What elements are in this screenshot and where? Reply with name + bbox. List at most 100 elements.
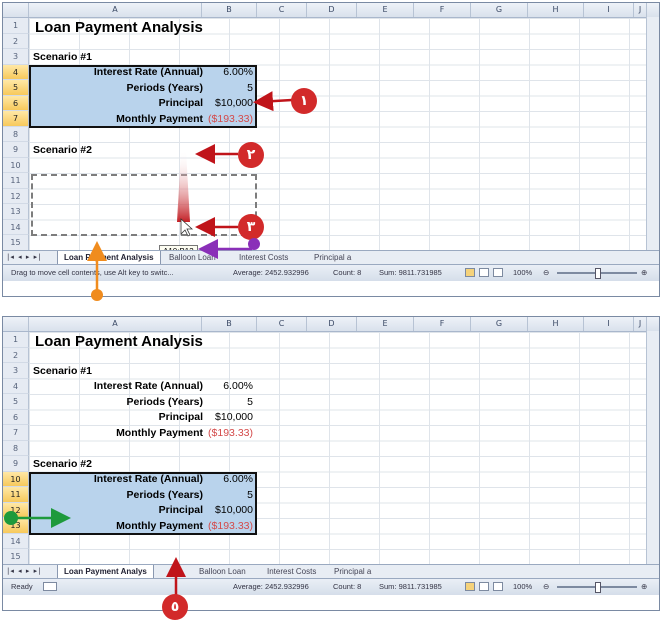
column-header-j[interactable]: J [634,3,647,17]
column-header-d[interactable]: D [307,317,357,331]
row-header[interactable]: 6 [3,95,29,111]
row-header[interactable]: 11 [3,487,29,503]
column-header-a[interactable]: A [29,3,202,17]
zoom-in-icon[interactable]: ⊕ [641,579,647,595]
zoom-slider-knob[interactable] [595,582,601,593]
column-header-e[interactable]: E [357,317,414,331]
row-header[interactable]: 12 [3,188,29,204]
sheet-title: Loan Payment Analysis [35,19,203,36]
page-layout-view-icon[interactable] [479,268,489,277]
label-periods-2: Periods (Years) [126,488,203,501]
row-header[interactable]: 4 [3,378,29,394]
scenario1-label: Scenario #1 [33,51,92,63]
column-header-e[interactable]: E [357,3,414,17]
status-count: Count: 8 [333,582,362,591]
column-header-row: A B C D E F G H I J [3,317,659,332]
callout-1: ١ [291,88,317,114]
callout-5: ٥ [162,594,188,620]
row-header[interactable]: 5 [3,80,29,96]
page-layout-view-icon[interactable] [479,582,489,591]
row-header[interactable]: 1 [3,332,29,348]
column-header-row: A B C D E F G H I J [3,3,659,18]
scenario2-label: Scenario #2 [33,458,92,470]
column-header-i[interactable]: I [584,3,634,17]
value-monthly-payment: ($193.33) [208,112,253,125]
column-header-c[interactable]: C [257,317,307,331]
zoom-level: 100% [513,268,533,277]
value-monthly-payment-2: ($193.33) [208,519,253,532]
label-monthly-payment: Monthly Payment [116,426,203,439]
row-header[interactable]: 14 [3,219,29,235]
column-header-h[interactable]: H [528,3,584,17]
row-header[interactable]: 2 [3,347,29,363]
sheet-tab-bar: |◂ ◂ ▸ ▸| Loan Payment Analysis Balloon … [3,250,659,264]
select-all-corner[interactable] [3,3,29,17]
label-principal: Principal [158,97,203,109]
row-header[interactable]: 4 [3,64,29,80]
value-periods-2: 5 [247,488,253,501]
page-break-view-icon[interactable] [493,268,503,277]
row-header[interactable]: 14 [3,533,29,549]
row-header[interactable]: 7 [3,425,29,441]
tab-principal[interactable]: Principal a [308,251,357,264]
row-header[interactable]: 7 [3,111,29,127]
label-interest-rate: Interest Rate (Annual) [93,380,203,392]
column-header-f[interactable]: F [414,3,471,17]
column-header-i[interactable]: I [584,317,634,331]
row-header[interactable]: 15 [3,235,29,251]
row-header[interactable]: 15 [3,549,29,565]
select-all-corner[interactable] [3,317,29,331]
column-header-b[interactable]: B [202,3,257,17]
column-header-a[interactable]: A [29,317,202,331]
tab-interest-costs[interactable]: Interest Costs [233,251,294,264]
column-header-j[interactable]: J [634,317,647,331]
column-header-g[interactable]: G [471,3,528,17]
zoom-out-icon[interactable]: ⊖ [543,579,549,595]
label-interest-rate: Interest Rate (Annual) [93,66,203,78]
vertical-scrollbar[interactable] [646,331,659,564]
zoom-slider-knob[interactable] [595,268,601,279]
zoom-out-icon[interactable]: ⊖ [543,265,549,281]
row-header[interactable]: 3 [3,49,29,65]
normal-view-icon[interactable] [465,268,475,277]
row-header[interactable]: 6 [3,409,29,425]
column-header-d[interactable]: D [307,3,357,17]
row-header[interactable]: 10 [3,471,29,487]
status-average: Average: 2452.932996 [233,582,309,591]
tab-balloon-loan[interactable]: Balloon Loan [163,251,222,264]
normal-view-icon[interactable] [465,582,475,591]
row-header[interactable]: 8 [3,440,29,456]
row-header[interactable]: 3 [3,363,29,379]
tab-loan-payment-analysis[interactable]: Loan Payment Analys [57,565,154,578]
page-break-view-icon[interactable] [493,582,503,591]
column-header-h[interactable]: H [528,317,584,331]
value-monthly-payment: ($193.33) [208,426,253,439]
column-header-b[interactable]: B [202,317,257,331]
row-header[interactable]: 8 [3,126,29,142]
status-sum: Sum: 9811.731985 [379,582,442,591]
label-principal-2: Principal [158,504,203,516]
row-header[interactable]: 9 [3,142,29,158]
zoom-in-icon[interactable]: ⊕ [641,265,647,281]
status-count: Count: 8 [333,268,362,277]
column-header-c[interactable]: C [257,3,307,17]
sheet-nav-buttons[interactable]: |◂ ◂ ▸ ▸| [7,251,41,264]
row-header[interactable]: 13 [3,204,29,220]
vertical-scrollbar[interactable] [646,17,659,250]
row-header[interactable]: 9 [3,456,29,472]
tab-balloon-loan[interactable]: Balloon Loan [193,565,252,578]
sheet-nav-buttons[interactable]: |◂ ◂ ▸ ▸| [7,565,41,578]
row-header[interactable]: 10 [3,157,29,173]
value-interest-rate-2: 6.00% [223,473,253,485]
tab-principal[interactable]: Principal a [328,565,377,578]
column-header-f[interactable]: F [414,317,471,331]
row-header[interactable]: 1 [3,18,29,34]
tab-interest-costs[interactable]: Interest Costs [261,565,322,578]
column-header-g[interactable]: G [471,317,528,331]
row-header[interactable]: 2 [3,33,29,49]
sheet-title: Loan Payment Analysis [35,333,203,350]
row-header[interactable]: 5 [3,394,29,410]
macro-record-icon[interactable] [43,582,57,591]
row-header[interactable]: 11 [3,173,29,189]
tab-loan-payment-analysis[interactable]: Loan Payment Analysis [57,251,161,264]
